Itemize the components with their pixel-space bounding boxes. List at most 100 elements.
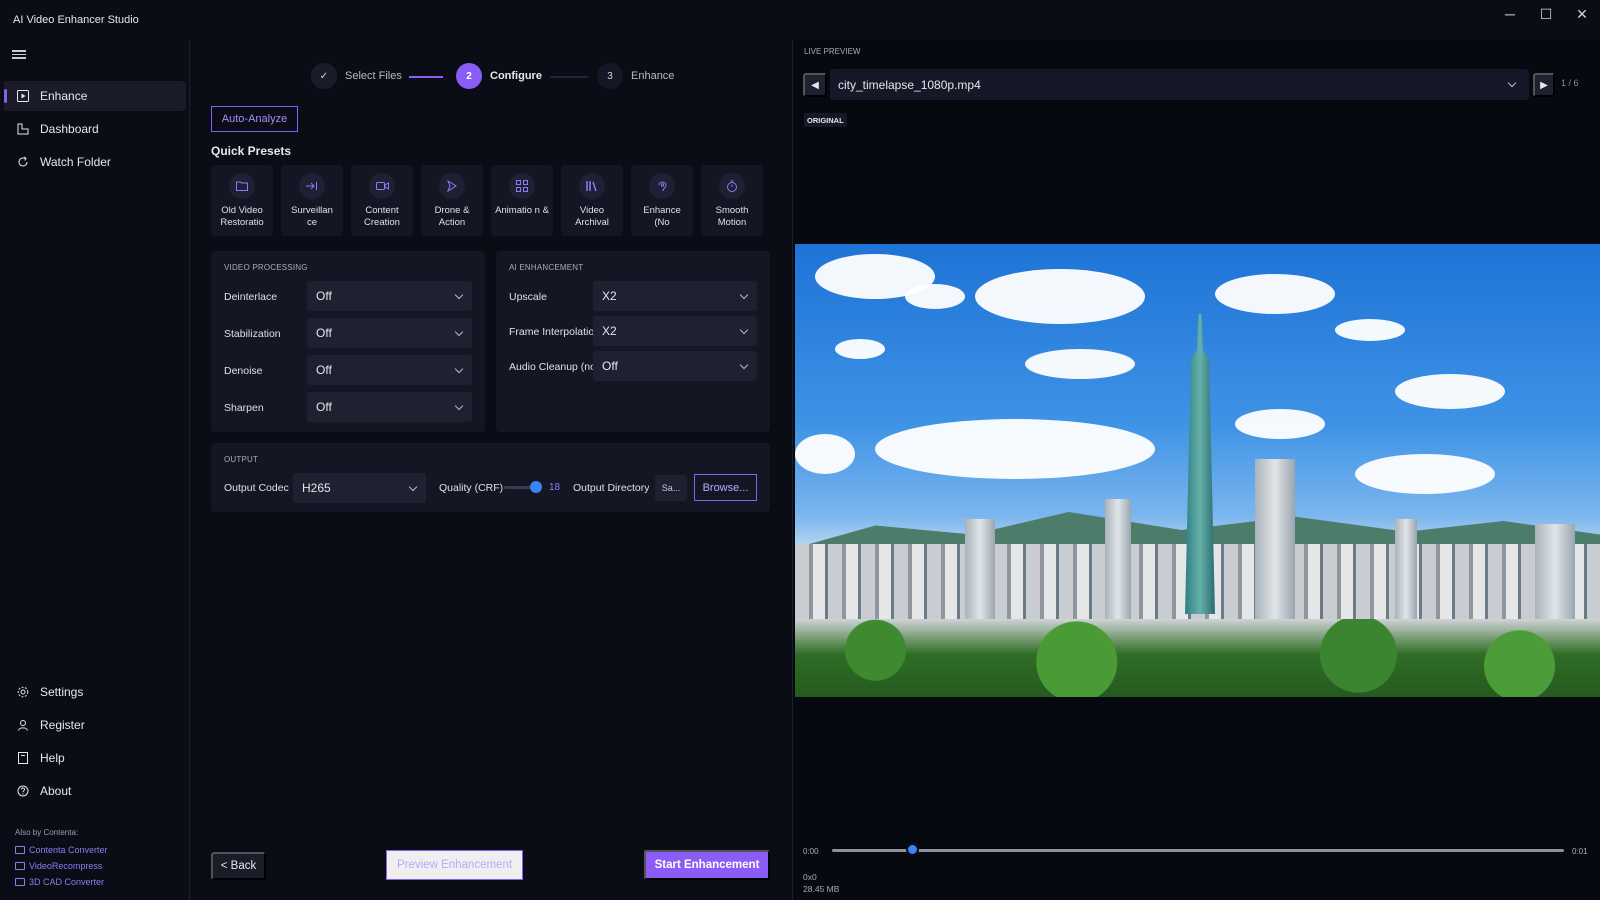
file-select[interactable]: city_timelapse_1080p.mp4 xyxy=(830,69,1529,100)
video-resolution: 0x0 xyxy=(803,872,817,882)
output-title: OUTPUT xyxy=(224,455,259,464)
building xyxy=(1395,519,1417,629)
step-label: Configure xyxy=(490,70,542,82)
video-icon xyxy=(15,862,25,870)
step-select-files[interactable]: ✓ Select Files xyxy=(311,63,402,89)
back-button[interactable]: < Back xyxy=(211,852,266,880)
app-title: AI Video Enhancer Studio xyxy=(13,14,139,26)
sidebar-item-watch-folder[interactable]: Watch Folder xyxy=(4,147,186,177)
building xyxy=(965,519,995,629)
video-processing-title: VIDEO PROCESSING xyxy=(224,263,308,272)
sidebar-item-about[interactable]: About xyxy=(4,776,186,806)
preset-label: Content Creation xyxy=(364,205,400,228)
cloud xyxy=(1395,374,1505,409)
sharpen-label: Sharpen xyxy=(224,402,264,414)
sidebar-item-enhance[interactable]: Enhance xyxy=(4,81,186,111)
minimize-button[interactable]: ─ xyxy=(1492,0,1528,28)
audio-cleanup-select[interactable]: Off xyxy=(593,351,757,381)
step-connector xyxy=(409,76,443,78)
sidebar-item-label: Settings xyxy=(40,685,84,699)
browse-button[interactable]: Browse... xyxy=(694,474,757,501)
select-value: H265 xyxy=(302,481,331,495)
camera-icon xyxy=(369,173,395,199)
cloud xyxy=(905,284,965,309)
file-name: city_timelapse_1080p.mp4 xyxy=(838,77,981,92)
chevron-down-icon xyxy=(454,327,464,337)
select-value: X2 xyxy=(602,324,617,338)
step-enhance[interactable]: 3 Enhance xyxy=(597,63,674,89)
link-3d-cad-converter[interactable]: 3D CAD Converter xyxy=(15,877,104,887)
skyscraper-tower xyxy=(1185,314,1215,614)
preset-video-archival[interactable]: Video Archival xyxy=(561,165,623,236)
hamburger-menu-icon[interactable] xyxy=(12,48,26,62)
chevron-down-icon xyxy=(408,482,418,492)
output-directory-label: Output Directory xyxy=(573,482,650,494)
chevron-down-icon xyxy=(454,401,464,411)
checkmark-icon: ✓ xyxy=(311,63,337,89)
preset-old-video-restoration[interactable]: Old Video Restoratio xyxy=(211,165,273,236)
sidebar-item-help[interactable]: Help xyxy=(4,743,186,773)
ai-enhancement-title: AI ENHANCEMENT xyxy=(509,263,584,272)
preset-animation[interactable]: Animatio n & xyxy=(491,165,553,236)
preset-content-creation[interactable]: Content Creation xyxy=(351,165,413,236)
preset-drone-action[interactable]: Drone & Action xyxy=(421,165,483,236)
cloud xyxy=(1025,349,1135,379)
previous-file-button[interactable]: ◀ xyxy=(803,73,827,97)
cube-icon xyxy=(15,878,25,886)
building xyxy=(1535,524,1575,624)
denoise-label: Denoise xyxy=(224,365,263,377)
user-icon xyxy=(16,718,30,732)
denoise-select[interactable]: Off xyxy=(307,355,472,385)
timeline-thumb[interactable] xyxy=(906,843,919,856)
link-contenta-converter[interactable]: Contenta Converter xyxy=(15,845,108,855)
preview-enhancement-button[interactable]: Preview Enhancement xyxy=(386,850,523,880)
select-value: Off xyxy=(316,363,332,377)
sharpen-select[interactable]: Off xyxy=(307,392,472,422)
maximize-button[interactable]: ☐ xyxy=(1528,0,1564,28)
sidebar-item-register[interactable]: Register xyxy=(4,710,186,740)
stabilization-select[interactable]: Off xyxy=(307,318,472,348)
link-videorecompress[interactable]: VideoRecompress xyxy=(15,861,102,871)
refresh-icon xyxy=(16,155,30,169)
tree-line xyxy=(795,619,1600,697)
select-value: X2 xyxy=(602,289,617,303)
preset-label: Old Video Restoratio xyxy=(220,205,264,228)
select-value: Off xyxy=(316,400,332,414)
quality-slider-thumb[interactable] xyxy=(530,481,542,493)
sidebar-item-dashboard[interactable]: Dashboard xyxy=(4,114,186,144)
start-enhancement-button[interactable]: Start Enhancement xyxy=(644,850,770,880)
deinterlace-select[interactable]: Off xyxy=(307,281,472,311)
preset-surveillance[interactable]: Surveillan ce xyxy=(281,165,343,236)
cloud xyxy=(835,339,885,359)
sidebar-item-label: Watch Folder xyxy=(40,155,111,169)
timeline-track[interactable] xyxy=(832,849,1564,852)
step-number: 2 xyxy=(456,63,482,89)
sidebar-item-label: Dashboard xyxy=(40,122,99,136)
close-button[interactable]: ✕ xyxy=(1564,0,1600,28)
auto-analyze-button[interactable]: Auto-Analyze xyxy=(211,106,298,132)
drone-icon xyxy=(439,173,465,199)
ear-icon xyxy=(649,173,675,199)
step-configure[interactable]: 2 Configure xyxy=(456,63,542,89)
chevron-down-icon xyxy=(1507,78,1517,88)
gear-icon xyxy=(16,685,30,699)
output-directory-input[interactable]: Sa... xyxy=(655,475,687,501)
link-label: VideoRecompress xyxy=(29,861,103,871)
chevron-down-icon xyxy=(739,325,749,335)
next-file-button[interactable]: ▶ xyxy=(1533,73,1555,97)
book-icon xyxy=(16,751,30,765)
link-label: 3D CAD Converter xyxy=(29,877,105,887)
building xyxy=(1255,459,1295,629)
cloud xyxy=(1215,274,1335,314)
preset-enhance-no[interactable]: Enhance (No xyxy=(631,165,693,236)
frame-interpolation-select[interactable]: X2 xyxy=(593,316,757,346)
quick-presets-title: Quick Presets xyxy=(211,144,292,158)
cloud xyxy=(1335,319,1405,341)
upscale-select[interactable]: X2 xyxy=(593,281,757,311)
dashboard-icon xyxy=(16,122,30,136)
preset-smooth-motion[interactable]: Smooth Motion xyxy=(701,165,763,236)
select-value: Off xyxy=(602,359,618,373)
preset-label: Animatio n & xyxy=(495,205,549,216)
sidebar-item-settings[interactable]: Settings xyxy=(4,677,186,707)
output-codec-select[interactable]: H265 xyxy=(293,473,426,503)
